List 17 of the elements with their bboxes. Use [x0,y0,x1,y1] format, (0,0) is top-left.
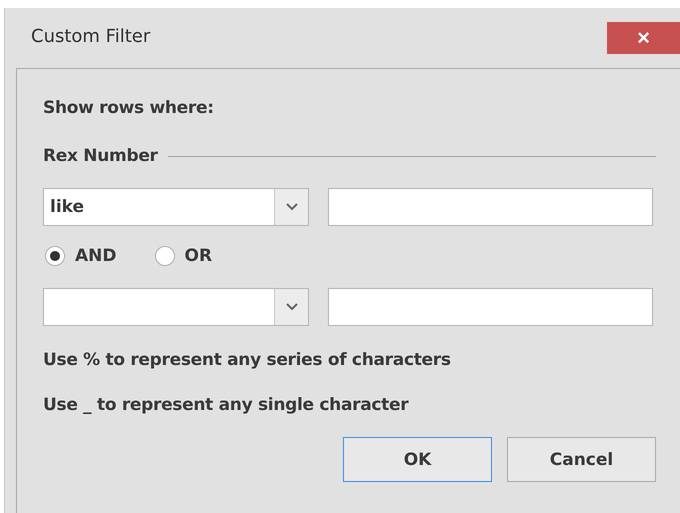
cancel-button[interactable]: Cancel [507,437,656,482]
operator-text: like [49,196,86,219]
ok-button[interactable]: OK [343,437,492,482]
join-radio[interactable]: AND [45,246,116,266]
operator-dropdown[interactable]: like [43,188,309,226]
value-field[interactable] [328,288,653,326]
hint-text: Use % to represent any series of characters [43,350,452,370]
join-radio[interactable]: OR [154,246,212,266]
hint-text: Use _ to represent any single character [43,395,410,415]
chevron-down-icon [286,203,298,211]
instruction-label: Show rows where: [43,98,215,118]
group-label: Rex Number [43,146,158,166]
chevron-down-icon [286,303,298,311]
close-button[interactable]: × [607,22,680,54]
operator-dropdown[interactable] [43,288,309,326]
value-field[interactable] [328,188,653,226]
window-title: Custom Filter [31,26,150,47]
